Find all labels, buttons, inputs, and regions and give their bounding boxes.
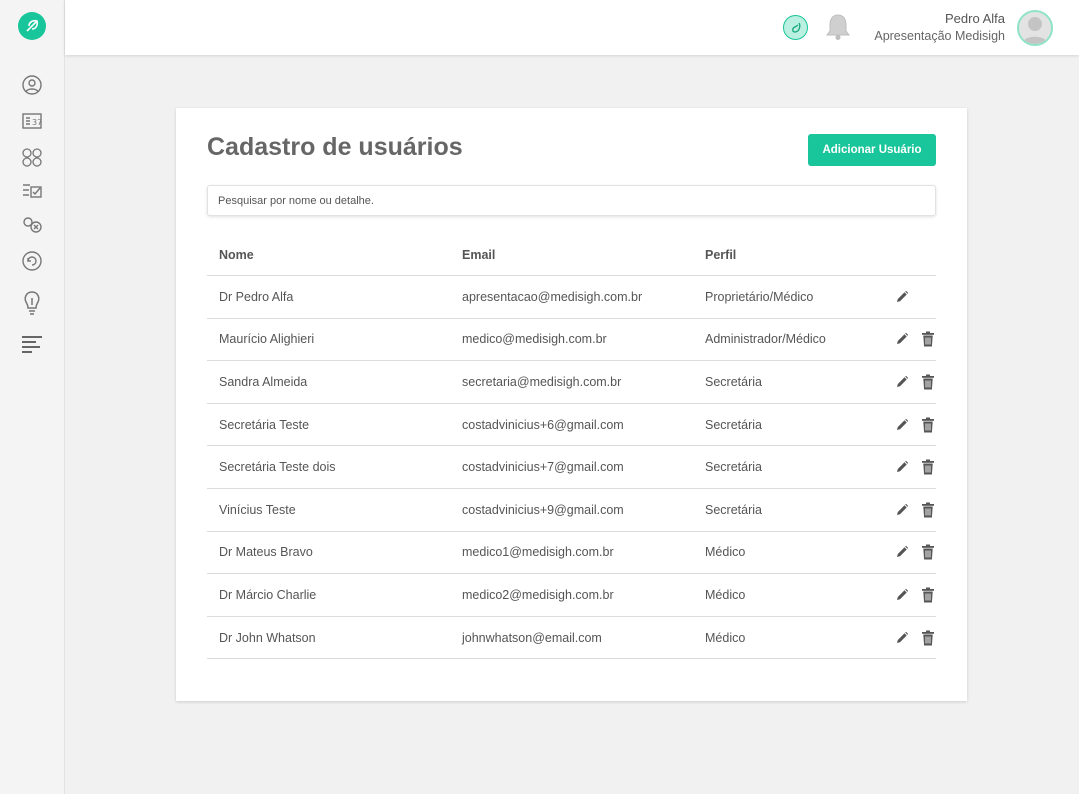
edit-icon[interactable] <box>895 375 909 389</box>
top-header: Pedro Alfa Apresentação Medisigh <box>65 0 1079 55</box>
delete-icon[interactable] <box>921 544 935 560</box>
edit-icon[interactable] <box>895 418 909 432</box>
team-icon[interactable] <box>21 146 43 168</box>
user-silhouette-icon <box>1022 17 1048 44</box>
cell-email: secretaria@medisigh.com.br <box>462 374 622 389</box>
column-header-nome: Nome <box>219 247 254 262</box>
users-table: Nome Email Perfil Dr Pedro Alfa apresenta… <box>207 234 936 660</box>
cell-nome: Sandra Almeida <box>219 374 308 389</box>
app-logo-icon[interactable] <box>18 12 46 40</box>
cancel-check-icon[interactable] <box>21 214 43 236</box>
cell-perfil: Secretária <box>705 417 762 432</box>
cell-email: medico@medisigh.com.br <box>462 332 607 347</box>
cell-perfil: Administrador/Médico <box>705 332 826 347</box>
table-row: Dr Pedro Alfa apresentacao@medisigh.com.b… <box>207 276 936 319</box>
cell-nome: Dr Pedro Alfa <box>219 289 294 304</box>
cell-email: costadvinicius+7@gmail.com <box>462 460 624 475</box>
user-organization: Apresentação Medisigh <box>874 29 1005 43</box>
table-row: Vinícius Teste costadvinicius+9@gmail.com… <box>207 489 936 532</box>
cell-email: costadvinicius+6@gmail.com <box>462 417 624 432</box>
calendar-icon[interactable]: 37 <box>21 110 43 132</box>
edit-icon[interactable] <box>895 545 909 559</box>
edit-icon[interactable] <box>895 631 909 645</box>
table-row: Dr Mateus Bravo medico1@medisigh.com.br Mé… <box>207 532 936 575</box>
edit-icon[interactable] <box>895 290 909 304</box>
cell-email: apresentacao@medisigh.com.br <box>462 289 643 304</box>
cell-perfil: Médico <box>705 587 746 602</box>
delete-icon[interactable] <box>921 417 935 433</box>
cell-nome: Dr John Whatson <box>219 630 316 645</box>
column-header-perfil: Perfil <box>705 247 737 262</box>
cell-nome: Dr Mateus Bravo <box>219 545 313 560</box>
add-user-button[interactable]: Adicionar Usuário <box>808 134 936 166</box>
avatar[interactable] <box>1017 10 1053 46</box>
table-row: Secretária Teste costadvinicius+6@gmail.c… <box>207 404 936 447</box>
cell-nome: Maurício Alighieri <box>219 332 315 347</box>
cell-nome: Dr Márcio Charlie <box>219 587 317 602</box>
edit-icon[interactable] <box>895 503 909 517</box>
cell-email: medico2@medisigh.com.br <box>462 587 614 602</box>
edit-icon[interactable] <box>895 460 909 474</box>
svg-text:37: 37 <box>32 118 42 127</box>
delete-icon[interactable] <box>921 331 935 347</box>
refresh-icon[interactable] <box>21 250 43 272</box>
bell-icon[interactable] <box>825 13 851 41</box>
report-lines-icon[interactable] <box>21 334 43 356</box>
cell-nome: Vinícius Teste <box>219 502 296 517</box>
delete-icon[interactable] <box>921 630 935 646</box>
table-header: Nome Email Perfil <box>207 234 936 276</box>
delete-icon[interactable] <box>921 587 935 603</box>
cell-email: medico1@medisigh.com.br <box>462 545 614 560</box>
delete-icon[interactable] <box>921 502 935 518</box>
table-row: Dr Márcio Charlie medico2@medisigh.com.br… <box>207 574 936 617</box>
users-card: Cadastro de usuários Adicionar Usuário N… <box>176 108 967 701</box>
user-name[interactable]: Pedro Alfa <box>945 11 1005 26</box>
search-input[interactable] <box>207 185 936 216</box>
idea-icon[interactable] <box>21 290 43 316</box>
cell-email: johnwhatson@email.com <box>462 630 602 645</box>
edit-icon[interactable] <box>895 332 909 346</box>
doctor-icon[interactable] <box>21 74 43 96</box>
cell-nome: Secretária Teste <box>219 417 310 432</box>
delete-icon[interactable] <box>921 459 935 475</box>
column-header-email: Email <box>462 247 496 262</box>
delete-icon[interactable] <box>921 374 935 390</box>
edit-icon[interactable] <box>895 588 909 602</box>
table-row: Secretária Teste dois costadvinicius+7@gm… <box>207 446 936 489</box>
cell-perfil: Secretária <box>705 460 762 475</box>
cell-perfil: Médico <box>705 545 746 560</box>
page-title: Cadastro de usuários <box>207 133 463 161</box>
cell-perfil: Secretária <box>705 502 762 517</box>
cell-perfil: Secretária <box>705 374 762 389</box>
cell-email: costadvinicius+9@gmail.com <box>462 502 624 517</box>
cell-perfil: Proprietário/Médico <box>705 289 814 304</box>
table-row: Maurício Alighieri medico@medisigh.com.br… <box>207 319 936 362</box>
table-row: Dr John Whatson johnwhatson@email.com Médi… <box>207 617 936 660</box>
cell-perfil: Médico <box>705 630 746 645</box>
cell-nome: Secretária Teste dois <box>219 460 336 475</box>
sidebar: 37 <box>0 0 65 794</box>
clock-icon[interactable] <box>783 15 808 40</box>
checklist-icon[interactable] <box>21 180 43 202</box>
table-row: Sandra Almeida secretaria@medisigh.com.br… <box>207 361 936 404</box>
